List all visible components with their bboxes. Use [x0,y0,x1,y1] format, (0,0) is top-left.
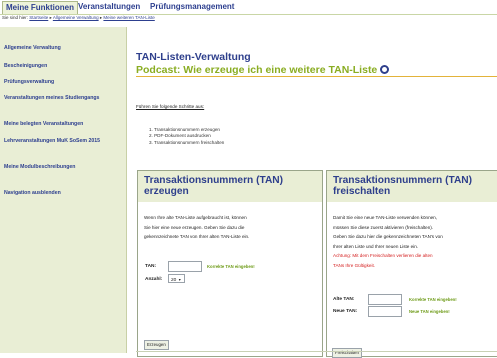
new-tan-input[interactable] [368,306,402,317]
new-tan-hint: Neue TAN eingeben! [409,309,450,314]
count-select[interactable]: 20 ▾ [168,274,185,283]
count-label: Anzahl: [145,277,163,282]
breadcrumb: Sie sind hier: Startseite ▸ Allgemeine V… [2,15,155,21]
tan-activate-panel: Transaktionsnummern (TAN) freischalten D… [326,170,497,358]
page-title: TAN-Listen-Verwaltung [136,51,251,63]
tan-label: TAN: [145,264,157,269]
tan-hint: Korrekte TAN eingeben! [207,264,255,269]
breadcrumb-link-tan-liste[interactable]: Meine weiteren TAN-Liste [103,15,154,20]
description-line: Sie hier eine neue erzeugen. Geben Sie d… [144,224,245,230]
create-button[interactable]: Erzeugen [144,340,169,350]
step-item: 3. Transaktionsnummern freischalten [149,139,225,145]
old-tan-label: Alte TAN: [333,297,355,302]
activate-button[interactable]: Freischalten [332,348,362,358]
sidebar-item-modulbeschreibungen[interactable]: Meine Modulbeschreibungen [4,164,122,171]
panel-title: Transaktionsnummern (TAN) freischalten [333,175,473,197]
description-line: Geben Sie dazu hier die gekennzeichneten… [333,234,443,240]
main-content: TAN-Listen-Verwaltung Podcast: Wie erzeu… [127,27,497,358]
breadcrumb-link-allgemeine-verwaltung[interactable]: Allgemeine Verwaltung [53,15,99,20]
podcast-link[interactable]: Podcast: Wie erzeuge ich eine weitere TA… [136,64,390,76]
tab-veranstaltungen[interactable]: Veranstaltungen [78,2,140,11]
count-value: 20 [171,278,177,283]
select-arrow-icon: ▾ [178,277,181,282]
breadcrumb-arrow-icon: ▸ [49,15,52,20]
tab-meine-funktionen[interactable]: Meine Funktionen [2,1,78,14]
podcast-play-icon[interactable] [380,65,390,74]
description-line: Damit Sie eine neue TAN-Liste verwenden … [333,215,438,220]
podcast-title: Podcast: Wie erzeuge ich eine weitere TA… [136,64,378,76]
panel-header: Transaktionsnummern (TAN) freischalten [327,171,497,202]
footer-divider [136,351,497,352]
sidebar-item-belegte-veranstaltungen[interactable]: Meine belegten Veranstaltungen [4,121,122,128]
breadcrumb-link-startseite[interactable]: Startseite [29,15,48,20]
description-line: gekennzeichnete TAN von Ihrer alten TAN-… [144,234,250,240]
old-tan-input[interactable] [368,294,402,305]
old-tan-hint: Korrekte TAN eingeben! [409,297,457,302]
panel-header: Transaktionsnummern (TAN) erzeugen [138,171,322,202]
tan-create-panel: Transaktionsnummern (TAN) erzeugen Wenn … [137,170,323,357]
panel-description: Wenn Ihre alte TAN-Liste aufgebraucht is… [144,213,249,242]
panel-title: Transaktionsnummern (TAN) erzeugen [144,175,284,197]
top-navigation: Meine Funktionen Veranstaltungen Prüfung… [0,0,497,15]
description-line: müssen Sie diese zuerst aktivieren (frei… [333,224,434,230]
sidebar-item-allgemeine-verwaltung[interactable]: Allgemeine Verwaltung [4,45,122,52]
sidebar-item-navigation-ausblenden[interactable]: Navigation ausblenden [4,190,122,197]
tab-pruefungsmanagement[interactable]: Prüfungsmanagement [150,2,234,11]
warning-line: TANs Ihre Gültigkeit. [333,262,376,268]
description-line: Ihrer alten Liste und Ihrer neuen Liste … [333,243,419,249]
intro-text: Führen Sie folgende Schritte aus: [136,104,205,109]
sidebar-item-lehrveranstaltungen[interactable]: Lehrveranstaltungen MuK SoSem 2015 [4,138,122,145]
tan-input[interactable] [168,261,202,272]
sidebar-item-bescheinigungen[interactable]: Bescheinigungen [4,63,122,70]
panel-description: Damit Sie eine neue TAN-Liste verwenden … [333,213,443,271]
steps-list: 1. Transaktionsnummern erzeugen 2. PDF-D… [149,127,224,146]
breadcrumb-arrow-icon: ▸ [99,15,103,20]
warning-line: Achtung: Mit dem Freischalten verlieren … [333,253,433,259]
sidebar-item-pruefungsverwaltung[interactable]: Prüfungsverwaltung [4,79,122,86]
breadcrumb-prefix: Sie sind hier: [2,15,29,20]
new-tan-label: Neue TAN: [333,309,358,314]
title-divider [136,76,497,77]
sidebar-item-veranstaltungen-studiengang[interactable]: Veranstaltungen meines Studiengangs [4,95,114,102]
description-line: Wenn Ihre alte TAN-Liste aufgebraucht is… [144,215,247,220]
sidebar: Allgemeine Verwaltung Bescheinigungen Pr… [0,27,127,353]
